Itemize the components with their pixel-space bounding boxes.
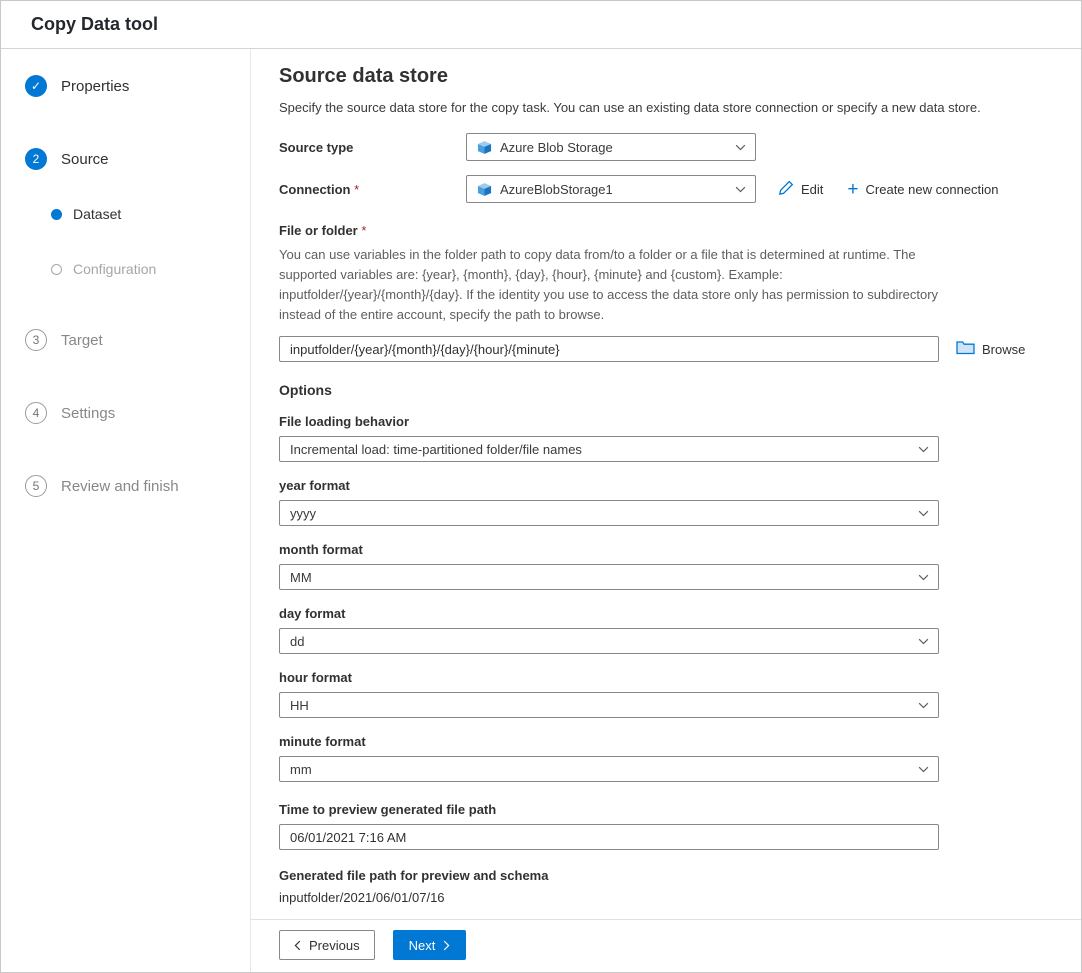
- connection-label: Connection *: [279, 182, 466, 197]
- required-asterisk: *: [354, 182, 359, 197]
- month-format-dropdown[interactable]: MM: [279, 564, 939, 590]
- source-data-store-panel: Source data store Specify the source dat…: [251, 49, 1081, 972]
- chevron-down-icon: [735, 144, 746, 151]
- month-format-group: month format MM: [279, 542, 1041, 590]
- next-button[interactable]: Next: [393, 930, 467, 960]
- source-type-row: Source type Azure Blob Storage: [279, 133, 1041, 161]
- file-or-folder-help-text: You can use variables in the folder path…: [279, 245, 943, 325]
- minute-format-group: minute format mm: [279, 734, 1041, 782]
- year-format-dropdown[interactable]: yyyy: [279, 500, 939, 526]
- step-number-badge: 3: [25, 329, 47, 351]
- source-type-value: Azure Blob Storage: [500, 140, 727, 155]
- step-number-badge: 5: [25, 475, 47, 497]
- day-format-dropdown[interactable]: dd: [279, 628, 939, 654]
- chevron-down-icon: [918, 510, 929, 517]
- wizard-sidebar: ✓ Properties 2 Source Dataset Configurat…: [1, 49, 251, 972]
- plus-icon: +: [847, 180, 858, 199]
- step-label: Target: [61, 332, 103, 349]
- panel-description: Specify the source data store for the co…: [279, 100, 1041, 115]
- chevron-right-icon: [443, 940, 450, 951]
- file-or-folder-label: File or folder *: [279, 223, 1041, 238]
- azure-blob-storage-icon: [477, 140, 492, 155]
- year-format-group: year format yyyy: [279, 478, 1041, 526]
- hour-format-label: hour format: [279, 670, 1041, 685]
- hour-format-group: hour format HH: [279, 670, 1041, 718]
- file-loading-behavior-label: File loading behavior: [279, 414, 1041, 429]
- step-properties[interactable]: ✓ Properties: [25, 74, 250, 98]
- step-label: Source: [61, 151, 109, 168]
- browse-label: Browse: [982, 342, 1025, 357]
- chevron-down-icon: [918, 574, 929, 581]
- time-to-preview-input[interactable]: [279, 824, 939, 850]
- panel-title: Source data store: [279, 65, 1041, 88]
- chevron-left-icon: [294, 940, 301, 951]
- browse-button[interactable]: Browse: [956, 340, 1025, 358]
- azure-blob-storage-icon: [477, 182, 492, 197]
- step-label: Settings: [61, 405, 115, 422]
- previous-label: Previous: [309, 938, 360, 953]
- month-format-label: month format: [279, 542, 1041, 557]
- connection-value: AzureBlobStorage1: [500, 182, 727, 197]
- generated-path-label: Generated file path for preview and sche…: [279, 868, 1041, 883]
- step-label: Properties: [61, 78, 129, 95]
- substep-current-dot-icon: [51, 209, 62, 220]
- day-format-group: day format dd: [279, 606, 1041, 654]
- connection-dropdown[interactable]: AzureBlobStorage1: [466, 175, 756, 203]
- substep-dataset[interactable]: Dataset: [45, 204, 250, 224]
- hour-format-dropdown[interactable]: HH: [279, 692, 939, 718]
- pencil-icon: [778, 180, 794, 199]
- file-or-folder-row: Browse: [279, 336, 1041, 362]
- copy-data-tool-window: Copy Data tool ✓ Properties 2 Source Dat…: [0, 0, 1082, 973]
- options-heading: Options: [279, 382, 1041, 398]
- required-asterisk: *: [361, 223, 366, 238]
- step-completed-check-icon: ✓: [25, 75, 47, 97]
- step-number-badge: 2: [25, 148, 47, 170]
- file-or-folder-input[interactable]: [279, 336, 939, 362]
- year-format-label: year format: [279, 478, 1041, 493]
- substep-label: Dataset: [73, 206, 121, 222]
- file-loading-behavior-group: File loading behavior Incremental load: …: [279, 414, 1041, 462]
- previous-button[interactable]: Previous: [279, 930, 375, 960]
- minute-format-dropdown[interactable]: mm: [279, 756, 939, 782]
- source-type-dropdown[interactable]: Azure Blob Storage: [466, 133, 756, 161]
- file-loading-behavior-dropdown[interactable]: Incremental load: time-partitioned folde…: [279, 436, 939, 462]
- source-type-label: Source type: [279, 140, 466, 155]
- step-settings[interactable]: 4 Settings: [25, 401, 250, 425]
- create-new-connection-button[interactable]: + Create new connection: [847, 180, 998, 199]
- substep-upcoming-dot-icon: [51, 264, 62, 275]
- chevron-down-icon: [918, 446, 929, 453]
- minute-format-label: minute format: [279, 734, 1041, 749]
- header: Copy Data tool: [1, 1, 1081, 49]
- edit-connection-button[interactable]: Edit: [778, 180, 823, 199]
- app-title: Copy Data tool: [31, 14, 158, 35]
- step-target[interactable]: 3 Target: [25, 328, 250, 352]
- chevron-down-icon: [918, 638, 929, 645]
- time-to-preview-label: Time to preview generated file path: [279, 802, 1041, 817]
- create-new-connection-label: Create new connection: [866, 182, 999, 197]
- substep-label: Configuration: [73, 261, 156, 277]
- substep-configuration[interactable]: Configuration: [45, 259, 250, 279]
- step-source[interactable]: 2 Source: [25, 147, 250, 171]
- generated-path-group: Generated file path for preview and sche…: [279, 868, 1041, 905]
- wizard-footer: Previous Next: [251, 919, 1081, 972]
- step-review-and-finish[interactable]: 5 Review and finish: [25, 474, 250, 498]
- day-format-label: day format: [279, 606, 1041, 621]
- step-number-badge: 4: [25, 402, 47, 424]
- folder-icon: [956, 340, 975, 358]
- edit-label: Edit: [801, 182, 823, 197]
- next-label: Next: [409, 938, 436, 953]
- time-to-preview-group: Time to preview generated file path: [279, 802, 1041, 850]
- chevron-down-icon: [918, 766, 929, 773]
- step-label: Review and finish: [61, 478, 179, 495]
- connection-row: Connection * AzureBlobStorage1: [279, 175, 1041, 203]
- chevron-down-icon: [735, 186, 746, 193]
- chevron-down-icon: [918, 702, 929, 709]
- generated-path-value: inputfolder/2021/06/01/07/16: [279, 890, 1041, 905]
